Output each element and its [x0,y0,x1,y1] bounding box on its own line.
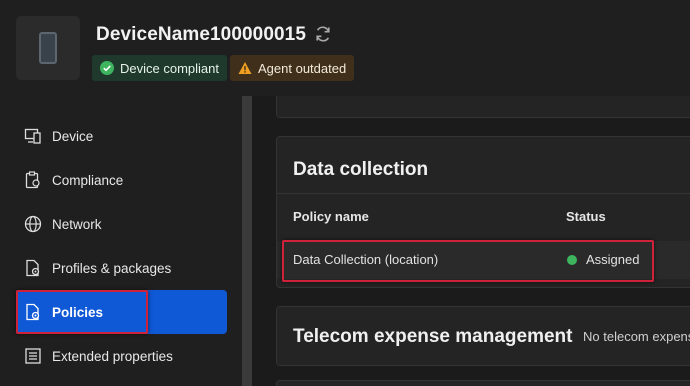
sidebar-item-profiles-packages[interactable]: Profiles & packages [16,246,227,290]
sidebar-item-label: Device [52,128,94,144]
next-section-card [276,380,690,386]
device-name-title: DeviceName100000015 [96,24,307,45]
agent-outdated-badge: Agent outdated [230,55,355,81]
badge-label: Device compliant [120,60,219,76]
divider [277,193,690,194]
sidebar-scrollbar[interactable] [242,96,252,386]
column-header-status[interactable]: Status [566,209,606,224]
sidebar-item-label: Extended properties [52,348,173,364]
sidebar-item-network[interactable]: Network [16,202,227,246]
previous-section-card [276,96,690,118]
globe-icon [24,215,42,233]
refresh-icon[interactable] [313,24,333,44]
policies-highlight-box [16,290,148,334]
device-compliant-badge: Device compliant [92,55,227,81]
phone-icon [39,32,57,64]
sidebar-item-extended-properties[interactable]: Extended properties [16,334,227,378]
column-header-policy-name[interactable]: Policy name [293,209,369,224]
profiles-icon [26,259,40,277]
sidebar-item-label: Compliance [52,172,124,188]
device-icon [24,128,41,144]
telecom-expense-card: Telecom expense management No telecom ex… [276,306,690,366]
device-header: DeviceName100000015 Device compliant Age… [0,0,690,96]
warning-icon [238,61,252,75]
compliance-icon [25,171,40,189]
sidebar-item-device[interactable]: Device [16,114,227,158]
sidebar-item-compliance[interactable]: Compliance [16,158,227,202]
extended-properties-icon [25,348,41,364]
device-thumbnail [16,16,80,80]
policy-row-highlight-box [282,240,654,282]
sidebar-item-label: Network [52,216,102,232]
telecom-title: Telecom expense management [293,326,573,347]
telecom-note: No telecom expens [583,329,690,344]
badge-label: Agent outdated [258,60,347,76]
check-circle-icon [100,61,114,75]
data-collection-title: Data collection [293,159,429,180]
sidebar-item-label: Profiles & packages [52,260,172,276]
sidebar: Device Compliance Network Profiles & pac… [0,96,240,386]
